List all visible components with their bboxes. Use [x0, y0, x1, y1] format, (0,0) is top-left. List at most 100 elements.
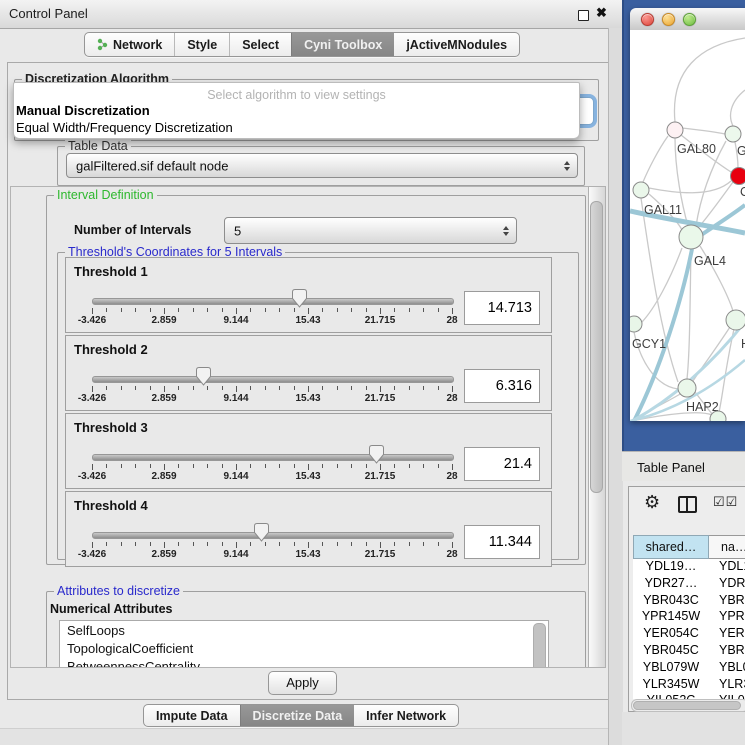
cell-shared-name: YDR27… — [633, 576, 709, 590]
slider-tick-label: -3.426 — [78, 315, 106, 326]
slider-tick — [380, 464, 381, 470]
network-node-ga[interactable] — [725, 126, 741, 142]
slider-track[interactable] — [92, 532, 454, 539]
combo-arrows-icon — [503, 226, 509, 236]
network-canvas[interactable]: GAL80GACGAL11GAL4GCY1HHAP2 — [630, 30, 745, 421]
network-node-h[interactable] — [726, 310, 745, 330]
slider-tick — [409, 308, 410, 312]
close-icon[interactable]: ✖ — [596, 5, 607, 21]
list-scrollbar-thumb[interactable] — [533, 623, 546, 668]
slider-tick-label: 9.144 — [223, 315, 248, 326]
cell-shared-name: YBR045C — [633, 643, 709, 657]
cell-shared-name: YBR043C — [633, 593, 709, 607]
slider-tick-label: 9.144 — [223, 393, 248, 404]
slider-tick-label: 21.715 — [365, 393, 396, 404]
control-panel-titlebar: Control Panel ✖ — [0, 0, 622, 29]
slider-tick — [452, 464, 453, 470]
slider-tick — [106, 542, 107, 546]
network-icon — [97, 38, 108, 51]
slider-track[interactable] — [92, 298, 454, 305]
tab-jactivemnodules[interactable]: jActiveMNodules — [394, 33, 519, 56]
threshold-value-field[interactable] — [464, 369, 540, 403]
tab-network[interactable]: Network — [85, 33, 174, 56]
table-row[interactable]: YER054CYER0 — [633, 626, 745, 643]
vertical-scrollbar-thumb[interactable] — [590, 201, 603, 493]
network-node-gal11[interactable] — [633, 182, 649, 198]
slider-thumb[interactable] — [369, 445, 384, 464]
bottom-tab-bar: Impute DataDiscretize Data Infer Network — [143, 704, 459, 727]
dropdown-option-manual[interactable]: Manual Discretization — [16, 103, 150, 118]
tab-infer-network[interactable]: Infer Network — [354, 705, 458, 726]
network-node-c[interactable] — [731, 168, 745, 185]
network-node-gcy1[interactable] — [630, 316, 642, 332]
table-row[interactable]: YDL19…YDL1 — [633, 559, 745, 576]
slider-track[interactable] — [92, 376, 454, 383]
close-button-mac[interactable] — [641, 13, 654, 26]
table-rows: YDL19…YDL1YDR27…YDR2YBR043CYBR0YPR145WYP… — [633, 559, 745, 699]
slider-tick — [178, 386, 179, 390]
table-row[interactable]: YBR043CYBR0 — [633, 593, 745, 610]
slider-tick — [438, 308, 439, 312]
slider-tick — [135, 464, 136, 468]
slider-tick-label: 2.859 — [151, 549, 176, 560]
tab-style[interactable]: Style — [174, 33, 229, 56]
slider-thumb[interactable] — [292, 289, 307, 308]
gear-icon[interactable]: ⚙ — [644, 492, 660, 513]
slider-tick — [409, 464, 410, 468]
cell-name: YBR0 — [713, 643, 745, 657]
table-data-combobox[interactable]: galFiltered.sif default node — [66, 153, 578, 178]
threshold-box-2: Threshold 2-3.4262.8599.14415.4321.71528 — [65, 335, 552, 411]
slider-tick — [294, 386, 295, 390]
threshold-value-field[interactable] — [464, 291, 540, 325]
slider-tick — [250, 464, 251, 468]
network-node-gal4[interactable] — [679, 225, 703, 249]
table-row[interactable]: YLR345WYLR3 — [633, 677, 745, 694]
panel-splitter[interactable] — [608, 28, 623, 745]
threshold-box-4: Threshold 4-3.4262.8599.14415.4321.71528 — [65, 491, 552, 567]
interval-definition-group: Interval Definition Number of Intervals … — [46, 195, 586, 565]
apply-button[interactable]: Apply — [268, 671, 337, 695]
slider-tick-label: -3.426 — [78, 393, 106, 404]
numerical-attributes-list[interactable]: SelfLoopsTopologicalCoefficientBetweenne… — [59, 620, 549, 668]
column-header-shared-name[interactable]: shared… — [633, 535, 709, 559]
tab-label: Infer Network — [366, 709, 446, 723]
table-row[interactable]: YBL079WYBL0 — [633, 660, 745, 677]
tab-cyni-toolbox[interactable]: Cyni Toolbox — [291, 33, 394, 56]
checkbox-icons[interactable]: ☑☑ — [713, 494, 738, 510]
slider-tick — [322, 386, 323, 390]
dropdown-option-equal-width[interactable]: Equal Width/Frequency Discretization — [16, 120, 233, 135]
tab-select[interactable]: Select — [229, 33, 291, 56]
attribute-item[interactable]: BetweennessCentrality — [60, 657, 548, 668]
column-header-name[interactable]: na… — [709, 535, 745, 559]
attribute-item[interactable]: SelfLoops — [60, 621, 548, 639]
table-row[interactable]: YPR145WYPR1 — [633, 609, 745, 626]
slider-tick — [279, 386, 280, 390]
slider-tick — [394, 386, 395, 390]
float-window-icon[interactable] — [578, 10, 589, 21]
horizontal-scrollbar[interactable] — [631, 699, 745, 712]
number-of-intervals-combobox[interactable]: 5 — [224, 217, 517, 244]
table-row[interactable]: YDR27…YDR2 — [633, 576, 745, 593]
table-row[interactable]: YBR045C YBR0 — [633, 643, 745, 660]
slider-track[interactable] — [92, 454, 454, 461]
slider-tick — [92, 386, 93, 392]
slider-tick — [337, 464, 338, 468]
threshold-value-field[interactable] — [464, 525, 540, 559]
slider-tick-label: 28 — [446, 393, 457, 404]
threshold-value-field[interactable] — [464, 447, 540, 481]
network-node-gal80[interactable] — [667, 122, 683, 138]
slider-thumb[interactable] — [196, 367, 211, 386]
vertical-scrollbar[interactable] — [588, 186, 606, 668]
slider-tick — [222, 542, 223, 546]
attribute-item[interactable]: TopologicalCoefficient — [60, 639, 548, 657]
horizontal-scrollbar-thumb[interactable] — [633, 701, 741, 710]
zoom-button-mac[interactable] — [683, 13, 696, 26]
network-node-hap2[interactable] — [678, 379, 696, 397]
minimize-button-mac[interactable] — [662, 13, 675, 26]
tab-impute-data[interactable]: Impute Data — [144, 705, 240, 726]
tab-discretize-data[interactable]: Discretize Data — [240, 705, 355, 726]
panel-title: Control Panel — [9, 6, 88, 21]
settings-scroll-viewport: Interval Definition Number of Intervals … — [10, 186, 589, 668]
split-columns-icon[interactable] — [678, 496, 697, 513]
slider-thumb[interactable] — [254, 523, 269, 542]
